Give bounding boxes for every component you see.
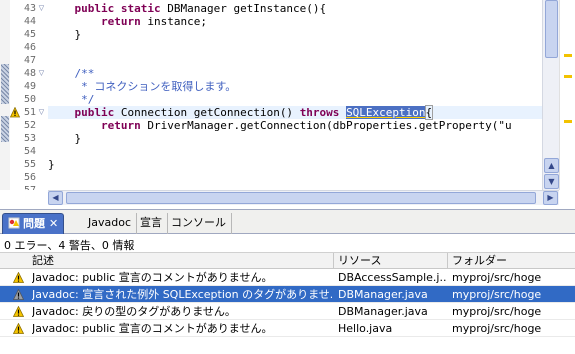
- line-number: 50: [23, 94, 36, 105]
- warning-overview-mark[interactable]: [564, 120, 572, 123]
- code-text: DriverManager.getConnection(dbProperties…: [140, 119, 512, 132]
- code-text: DBManager getInstance(){: [160, 2, 327, 15]
- keyword: return: [100, 15, 141, 28]
- problems-icon: [8, 217, 20, 229]
- tab-problems[interactable]: 問題 ✕: [2, 213, 65, 234]
- code-area[interactable]: public static DBManager getInstance(){ r…: [48, 0, 542, 190]
- view-tab-bar: 問題 ✕ Javadoc 宣言 コンソール: [0, 210, 575, 234]
- problem-description: Javadoc: 宣言された例外 SQLException のタグがありませ..…: [32, 288, 332, 301]
- code-line: public static DBManager getInstance(){: [48, 2, 327, 15]
- table-row[interactable]: Javadoc: public 宣言のコメントがありません。 DBAccessS…: [0, 269, 575, 286]
- warning-marker-icon[interactable]: [10, 107, 20, 118]
- table-row[interactable]: Javadoc: 宣言された例外 SQLException のタグがありませ..…: [0, 286, 575, 303]
- table-header: 記述 リソース フォルダー: [0, 252, 575, 269]
- tab-label: Javadoc: [88, 216, 131, 229]
- tab-javadoc[interactable]: Javadoc: [83, 213, 137, 234]
- warning-icon: [13, 289, 24, 300]
- overview-ruler[interactable]: [559, 0, 575, 190]
- problems-table[interactable]: 記述 リソース フォルダー Javadoc: public 宣言のコメントがあり…: [0, 252, 575, 337]
- scroll-right-button[interactable]: ▶: [543, 191, 558, 205]
- comment-line: /**: [48, 67, 95, 80]
- code-line: }: [48, 158, 55, 171]
- code-line: return DriverManager.getConnection(dbPro…: [48, 119, 512, 132]
- keyword: throws: [299, 106, 340, 119]
- scroll-up-button[interactable]: ▲: [544, 158, 559, 173]
- folded-region-marker: [1, 64, 9, 104]
- warning-overview-mark[interactable]: [564, 75, 572, 78]
- line-number: 55: [23, 159, 36, 170]
- problems-view: 問題 ✕ Javadoc 宣言 コンソール 0 エラー、4 警告、0 情報 記述 …: [0, 209, 575, 354]
- horizontal-scrollbar[interactable]: ◀ ▶: [48, 190, 559, 205]
- occurrence-marker: [1, 116, 9, 142]
- code-text: instance;: [140, 15, 207, 28]
- fold-toggle-icon[interactable]: ▽: [37, 4, 46, 13]
- line-number: 56: [23, 172, 36, 183]
- line-number: 49: [23, 81, 36, 92]
- keyword: public static: [74, 2, 161, 15]
- comment-line: */: [48, 93, 95, 106]
- line-number: 46: [23, 42, 36, 53]
- table-row[interactable]: Javadoc: 戻りの型のタグがありません。 DBManager.java m…: [0, 303, 575, 320]
- problem-resource: Hello.java: [338, 322, 393, 335]
- line-number: 45: [23, 29, 36, 40]
- line-number: 52: [23, 120, 36, 131]
- vertical-scrollbar[interactable]: ▲ ▼: [542, 0, 559, 190]
- warning-icon: [13, 306, 24, 317]
- tab-console[interactable]: コンソール: [166, 213, 232, 234]
- tab-declaration[interactable]: 宣言: [135, 213, 168, 234]
- tab-label: コンソール: [171, 216, 226, 229]
- current-code-line: public Connection getConnection() throws…: [48, 105, 542, 120]
- horizontal-scroll-thumb[interactable]: [66, 192, 536, 204]
- warning-icon: [13, 272, 24, 283]
- line-number: 48: [23, 68, 36, 79]
- column-header-description[interactable]: 記述: [0, 253, 334, 269]
- line-number: 54: [23, 146, 36, 157]
- problem-description: Javadoc: 戻りの型のタグがありません。: [32, 305, 236, 318]
- code-line: return instance;: [48, 15, 207, 28]
- code-line: }: [48, 28, 82, 41]
- code-text: Connection getConnection(): [114, 106, 300, 119]
- keyword: public: [74, 106, 115, 119]
- matching-bracket: {: [424, 105, 434, 120]
- column-header-folder[interactable]: フォルダー: [448, 253, 575, 269]
- tab-label: 問題: [23, 217, 45, 230]
- problem-description: Javadoc: public 宣言のコメントがありません。: [32, 322, 273, 335]
- column-header-resource[interactable]: リソース: [334, 253, 448, 269]
- line-number: 57: [10, 184, 36, 190]
- problem-folder: myproj/src/hoge: [452, 271, 542, 284]
- selected-text[interactable]: SQLException: [346, 106, 426, 119]
- fold-toggle-icon[interactable]: ▽: [37, 108, 46, 117]
- vertical-ruler: [0, 0, 10, 190]
- close-icon[interactable]: ✕: [49, 217, 58, 230]
- tab-label: 宣言: [140, 216, 162, 229]
- scroll-down-button[interactable]: ▼: [544, 174, 559, 189]
- code-line: }: [48, 132, 82, 145]
- problem-description: Javadoc: public 宣言のコメントがありません。: [32, 271, 273, 284]
- problem-resource: DBManager.java: [338, 288, 428, 301]
- line-number: 47: [23, 55, 36, 66]
- line-number: 43: [23, 3, 36, 14]
- comment-line: * コネクションを取得します。: [48, 80, 237, 93]
- line-number: 44: [23, 16, 36, 27]
- code-editor[interactable]: 43 44 45 46 47 48 49 50 51 52 53 54 55 5…: [0, 0, 575, 205]
- vertical-scroll-thumb[interactable]: [545, 0, 558, 58]
- problem-folder: myproj/src/hoge: [452, 322, 542, 335]
- warning-icon: [13, 323, 24, 334]
- problem-folder: myproj/src/hoge: [452, 288, 542, 301]
- problems-summary: 0 エラー、4 警告、0 情報: [4, 239, 135, 252]
- line-number: 53: [23, 133, 36, 144]
- line-number-gutter: 43 44 45 46 47 48 49 50 51 52 53 54 55 5…: [10, 0, 48, 190]
- fold-toggle-icon[interactable]: ▽: [37, 69, 46, 78]
- problem-folder: myproj/src/hoge: [452, 305, 542, 318]
- table-row[interactable]: Javadoc: public 宣言のコメントがありません。 Hello.jav…: [0, 320, 575, 337]
- scroll-left-button[interactable]: ◀: [48, 191, 63, 205]
- problem-resource: DBAccessSample.j...: [338, 271, 446, 284]
- problem-resource: DBManager.java: [338, 305, 428, 318]
- warning-overview-mark[interactable]: [564, 54, 572, 57]
- keyword: return: [100, 119, 141, 132]
